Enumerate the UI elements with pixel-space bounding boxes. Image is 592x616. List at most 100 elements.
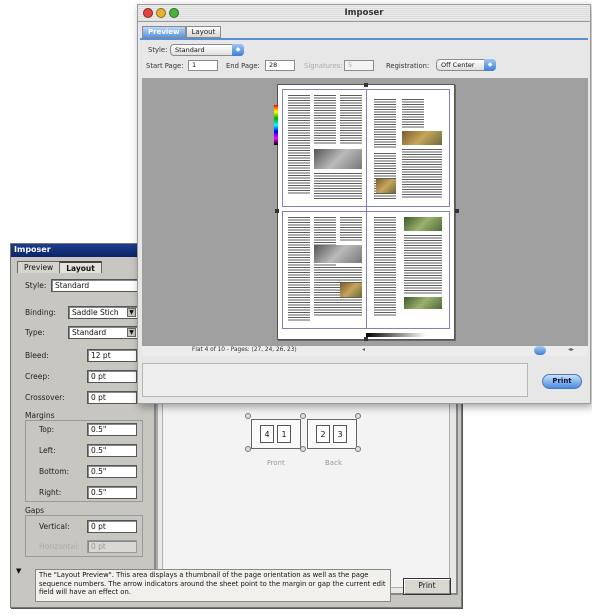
scrollbar-thumb[interactable] [534, 346, 546, 355]
horizontal-label: Horizontal: [39, 542, 80, 551]
tab-layout[interactable]: Layout [185, 26, 222, 38]
style-value: Standard [175, 46, 205, 54]
text-column [374, 99, 396, 149]
registration-popup[interactable]: Off Center ◆ [436, 59, 496, 71]
tab-divider [140, 38, 588, 40]
preview-area [142, 78, 588, 346]
help-text: The "Layout Preview". This area displays… [35, 569, 391, 602]
tab-layout[interactable]: Layout [59, 261, 102, 273]
chevron-down-icon: ◆ [232, 44, 244, 56]
binding-value: Saddle Stich [72, 308, 119, 317]
left-label: Left: [39, 446, 56, 455]
creep-label: Creep: [25, 372, 50, 381]
page-image [404, 217, 442, 231]
creep-field[interactable]: 0 pt [87, 370, 137, 383]
text-column [288, 217, 310, 321]
tab-bar: Preview Layout [17, 261, 102, 273]
left-margin-field[interactable]: 0.5" [87, 444, 137, 457]
right-label: Right: [39, 488, 62, 497]
front-label: Front [267, 459, 285, 467]
scroll-arrows-icon[interactable]: ◂▸ [568, 346, 574, 353]
titlebar: Imposer [138, 5, 590, 22]
tab-preview[interactable]: Preview [142, 26, 186, 38]
status-bar: Flat 4 of 10 - Pages: (27, 24, 26, 23) ◂… [142, 346, 588, 356]
text-column [374, 217, 396, 317]
margin-handle-icon[interactable] [245, 446, 251, 452]
preview-sheet [274, 83, 459, 341]
text-column [402, 99, 424, 129]
scroll-left-arrow-icon[interactable]: ◂ [362, 346, 365, 353]
chevron-down-icon: ◆ [484, 59, 496, 71]
page-thumb: 4 [260, 425, 274, 443]
layout-preview-canvas: 4 1 2 3 Front Back [162, 398, 450, 588]
end-page-field[interactable]: 28 [265, 60, 295, 71]
style-label: Style: [25, 281, 47, 290]
top-margin-field[interactable]: 0.5" [87, 423, 137, 436]
type-label: Type: [25, 328, 45, 337]
page-image [340, 283, 362, 297]
margins-group-label: Margins [25, 411, 55, 420]
tab-bar: Preview Layout [142, 26, 222, 38]
text-column [314, 173, 362, 199]
vertical-label: Vertical: [39, 522, 70, 531]
margin-handle-icon[interactable] [355, 446, 361, 452]
vertical-gap-field[interactable]: 0 pt [87, 520, 137, 533]
text-column [340, 95, 362, 145]
bottom-margin-field[interactable]: 0.5" [87, 465, 137, 478]
margin-handle-icon[interactable] [364, 83, 368, 87]
signatures-stepper[interactable]: 5 [344, 60, 374, 71]
style-popup[interactable]: Standard ◆ [170, 44, 244, 56]
disclosure-triangle-icon[interactable]: ▼ [16, 567, 21, 575]
bottom-label: Bottom: [39, 467, 70, 476]
binding-label: Binding: [25, 308, 56, 317]
text-column [402, 149, 442, 199]
page-thumb: 3 [333, 425, 347, 443]
margin-handle-icon[interactable] [300, 446, 306, 452]
chevron-down-icon: ▼ [127, 328, 136, 337]
style-label: Style: [148, 46, 168, 54]
back-label: Back [325, 459, 342, 467]
page-image [404, 297, 442, 309]
text-column [404, 235, 442, 295]
margin-handle-icon[interactable] [245, 413, 251, 419]
text-column [314, 95, 336, 145]
chevron-down-icon: ▼ [127, 308, 136, 317]
flat-status: Flat 4 of 10 - Pages: (27, 24, 26, 23) [192, 347, 297, 353]
margin-handle-icon[interactable] [275, 209, 279, 213]
crossover-field[interactable]: 0 pt [87, 391, 137, 404]
tab-preview[interactable]: Preview [17, 261, 61, 273]
margin-handle-icon[interactable] [300, 413, 306, 419]
start-page-field[interactable]: 1 [188, 60, 218, 71]
gaps-group-label: Gaps [25, 506, 45, 515]
front-sheet: 4 1 [251, 419, 301, 449]
color-bar [274, 105, 278, 145]
page-image [376, 179, 396, 193]
margin-handle-icon[interactable] [355, 413, 361, 419]
end-page-label: End Page: [226, 62, 260, 70]
signatures-label: Signatures: [304, 62, 343, 70]
window-title: Imposer [344, 8, 384, 18]
back-sheet: 2 3 [307, 419, 357, 449]
print-button[interactable]: Print [542, 374, 582, 389]
print-button[interactable]: Print [403, 578, 451, 595]
page-image [402, 131, 442, 145]
type-select[interactable]: Standard ▼ [68, 326, 138, 339]
margin-handle-icon[interactable] [364, 337, 368, 341]
page-thumb: 2 [316, 425, 330, 443]
info-panel [142, 363, 528, 397]
imposer-preview-window: Imposer Preview Layout Style: Standard ◆ … [137, 4, 591, 404]
registration-label: Registration: [386, 62, 430, 70]
page-image [314, 149, 362, 169]
binding-select[interactable]: Saddle Stich ▼ [68, 306, 138, 319]
bleed-field[interactable]: 12 pt [87, 349, 137, 362]
horizontal-gap-field[interactable]: 0 pt [87, 540, 137, 553]
right-margin-field[interactable]: 0.5" [87, 486, 137, 499]
type-value: Standard [72, 328, 107, 337]
margin-handle-icon[interactable] [455, 209, 459, 213]
text-column [288, 95, 310, 195]
top-label: Top: [39, 425, 55, 434]
crossover-label: Crossover: [25, 393, 65, 402]
start-page-label: Start Page: [146, 62, 184, 70]
registration-value: Off Center [441, 61, 475, 69]
spine-line [366, 89, 367, 329]
